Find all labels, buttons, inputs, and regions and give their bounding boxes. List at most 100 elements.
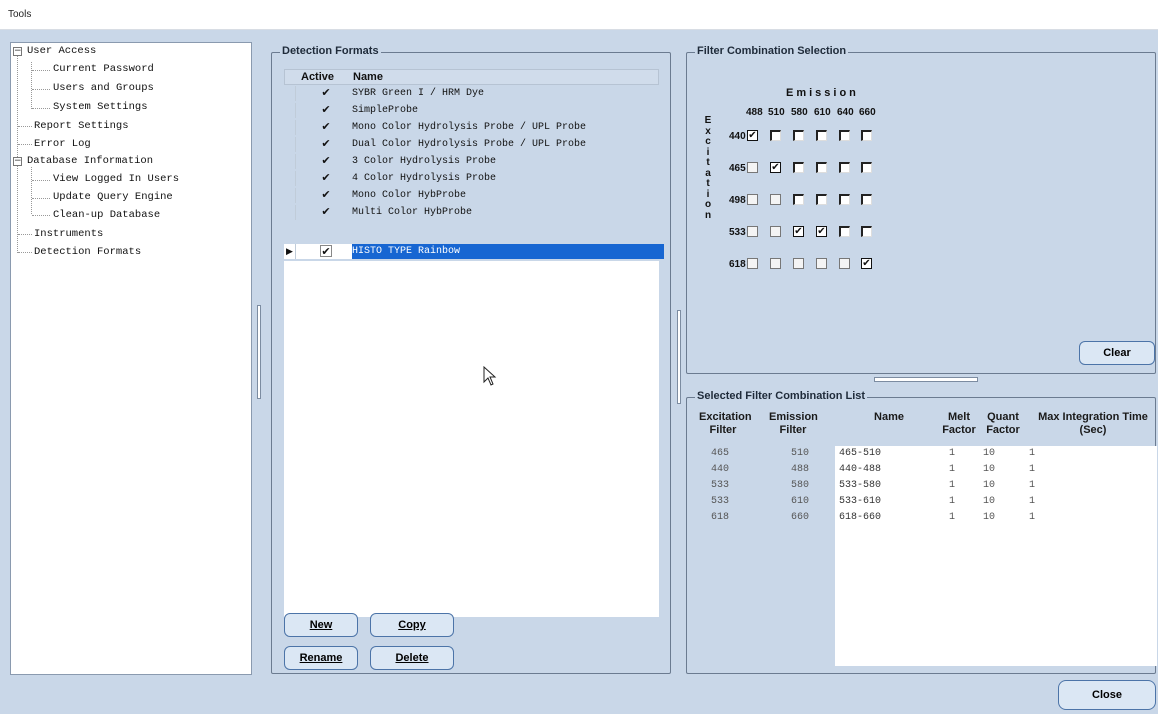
- menu-bar: Tools: [0, 0, 1158, 30]
- active-checkbox[interactable]: ✔: [320, 189, 332, 201]
- row-header[interactable]: [284, 205, 296, 220]
- table-row[interactable]: ✔ Mono Color Hydrolysis Probe / UPL Prob…: [284, 120, 659, 135]
- filter-checkbox-465-610[interactable]: [816, 162, 827, 173]
- close-button[interactable]: Close: [1058, 680, 1156, 710]
- filter-checkbox-533-660[interactable]: [861, 226, 872, 237]
- table-row[interactable]: 440 488 440-488 1 10 1: [699, 463, 1158, 477]
- delete-button[interactable]: Delete: [370, 646, 454, 670]
- table-row[interactable]: ✔ SYBR Green I / HRM Dye: [284, 86, 659, 101]
- row-header[interactable]: [284, 137, 296, 152]
- filter-checkbox-465-660[interactable]: [861, 162, 872, 173]
- column-header-name[interactable]: Name: [353, 71, 383, 83]
- tree-item-view-logged-in-users[interactable]: View Logged In Users: [53, 172, 179, 187]
- collapse-icon[interactable]: −: [13, 47, 22, 56]
- menu-tools[interactable]: Tools: [8, 9, 31, 20]
- active-checkbox[interactable]: ✔: [320, 245, 332, 258]
- column-header-name[interactable]: Name: [865, 411, 913, 424]
- row-header[interactable]: ▶: [284, 244, 296, 259]
- active-checkbox[interactable]: ✔: [320, 121, 332, 133]
- tree-item-clean-up-database[interactable]: Clean-up Database: [53, 208, 160, 223]
- table-row[interactable]: ✔ Mono Color HybProbe: [284, 188, 659, 203]
- filter-checkbox-533-610[interactable]: ✔: [816, 226, 827, 237]
- table-row[interactable]: ✔ 4 Color Hydrolysis Probe: [284, 171, 659, 186]
- filter-checkbox-440-488[interactable]: ✔: [747, 130, 758, 141]
- table-row[interactable]: ✔ Dual Color Hydrolysis Probe / UPL Prob…: [284, 137, 659, 152]
- row-header[interactable]: [284, 86, 296, 101]
- filter-checkbox-440-640[interactable]: [839, 130, 850, 141]
- detection-formats-header: Active Name: [284, 69, 659, 85]
- selected-filter-list-title: Selected Filter Combination List: [695, 390, 868, 402]
- filter-checkbox-533-488: [747, 226, 758, 237]
- tree-item-current-password[interactable]: Current Password: [53, 62, 154, 77]
- table-row-selected[interactable]: ▶ ✔ HISTO TYPE Rainbow: [284, 244, 664, 259]
- table-row[interactable]: 618 660 618-660 1 10 1: [699, 511, 1158, 525]
- filter-combination-group: Filter Combination Selection Emission E …: [686, 45, 1156, 374]
- format-name: 3 Color Hydrolysis Probe: [352, 156, 497, 167]
- active-checkbox[interactable]: ✔: [320, 138, 332, 150]
- filter-checkbox-440-510[interactable]: [770, 130, 781, 141]
- filter-checkbox-465-510[interactable]: ✔: [770, 162, 781, 173]
- table-row[interactable]: 533 580 533-580 1 10 1: [699, 479, 1158, 493]
- column-header-quant-factor[interactable]: Quant Factor: [981, 411, 1025, 437]
- column-header-melt-factor[interactable]: Melt Factor: [938, 411, 980, 437]
- active-checkbox[interactable]: ✔: [320, 87, 332, 99]
- filter-checkbox-440-660[interactable]: [861, 130, 872, 141]
- active-checkbox[interactable]: ✔: [320, 104, 332, 116]
- filter-checkbox-498-610[interactable]: [816, 194, 827, 205]
- clear-button[interactable]: Clear: [1079, 341, 1155, 365]
- collapse-icon[interactable]: −: [13, 157, 22, 166]
- settings-tree[interactable]: − User Access Current Password Users and…: [10, 42, 252, 675]
- filter-checkbox-465-580[interactable]: [793, 162, 804, 173]
- row-header[interactable]: [284, 188, 296, 203]
- column-header-max-integration[interactable]: Max Integration Time (Sec): [1029, 411, 1157, 437]
- column-header-emission[interactable]: Emission Filter: [769, 411, 818, 437]
- column-header-excitation[interactable]: Excitation Filter: [699, 411, 752, 437]
- row-header[interactable]: [284, 120, 296, 135]
- row-header[interactable]: [284, 154, 296, 169]
- tree-item-instruments[interactable]: Instruments: [34, 227, 103, 242]
- tree-item-users-and-groups[interactable]: Users and Groups: [53, 81, 154, 96]
- tree-connector: [32, 108, 50, 109]
- filter-checkbox-440-610[interactable]: [816, 130, 827, 141]
- pane-splitter[interactable]: [257, 305, 261, 399]
- filter-checkbox-440-580[interactable]: [793, 130, 804, 141]
- tree-item-database-information[interactable]: Database Information: [27, 154, 153, 169]
- format-name: Mono Color Hydrolysis Probe / UPL Probe: [352, 122, 587, 133]
- filter-checkbox-533-640[interactable]: [839, 226, 850, 237]
- selected-filter-list-group: Selected Filter Combination List Excitat…: [686, 390, 1158, 674]
- table-row[interactable]: ✔ 3 Color Hydrolysis Probe: [284, 154, 659, 169]
- active-checkbox[interactable]: ✔: [320, 172, 332, 184]
- tree-item-update-query-engine[interactable]: Update Query Engine: [53, 190, 173, 205]
- horizontal-splitter[interactable]: [874, 377, 978, 382]
- active-checkbox[interactable]: ✔: [320, 206, 332, 218]
- tree-item-system-settings[interactable]: System Settings: [53, 100, 148, 115]
- tree-connector: [32, 89, 50, 90]
- filter-checkbox-618-660[interactable]: ✔: [861, 258, 872, 269]
- copy-button[interactable]: Copy: [370, 613, 454, 637]
- table-row[interactable]: 533 610 533-610 1 10 1: [699, 495, 1158, 509]
- row-header[interactable]: [284, 171, 296, 186]
- filter-checkbox-498-660[interactable]: [861, 194, 872, 205]
- new-button[interactable]: New: [284, 613, 358, 637]
- table-row[interactable]: ✔ Multi Color HybProbe: [284, 205, 659, 220]
- filter-checkbox-465-488: [747, 162, 758, 173]
- tree-item-error-log[interactable]: Error Log: [34, 137, 91, 152]
- format-name: SimpleProbe: [352, 105, 419, 116]
- row-header[interactable]: [284, 103, 296, 118]
- excitation-header: 618: [729, 259, 746, 270]
- pane-splitter[interactable]: [677, 310, 681, 404]
- table-row[interactable]: 465 510 465-510 1 10 1: [699, 447, 1158, 461]
- filter-checkbox-465-640[interactable]: [839, 162, 850, 173]
- tree-item-user-access[interactable]: User Access: [27, 44, 96, 59]
- tree-item-report-settings[interactable]: Report Settings: [34, 119, 129, 134]
- table-row[interactable]: ✔ SimpleProbe: [284, 103, 659, 118]
- tree-item-detection-formats[interactable]: Detection Formats: [34, 245, 141, 260]
- table-empty-area[interactable]: [284, 261, 659, 617]
- tree-connector: [32, 215, 50, 216]
- rename-button[interactable]: Rename: [284, 646, 358, 670]
- filter-checkbox-533-580[interactable]: ✔: [793, 226, 804, 237]
- filter-checkbox-498-580[interactable]: [793, 194, 804, 205]
- filter-checkbox-498-640[interactable]: [839, 194, 850, 205]
- active-checkbox[interactable]: ✔: [320, 155, 332, 167]
- column-header-active[interactable]: Active: [301, 71, 334, 83]
